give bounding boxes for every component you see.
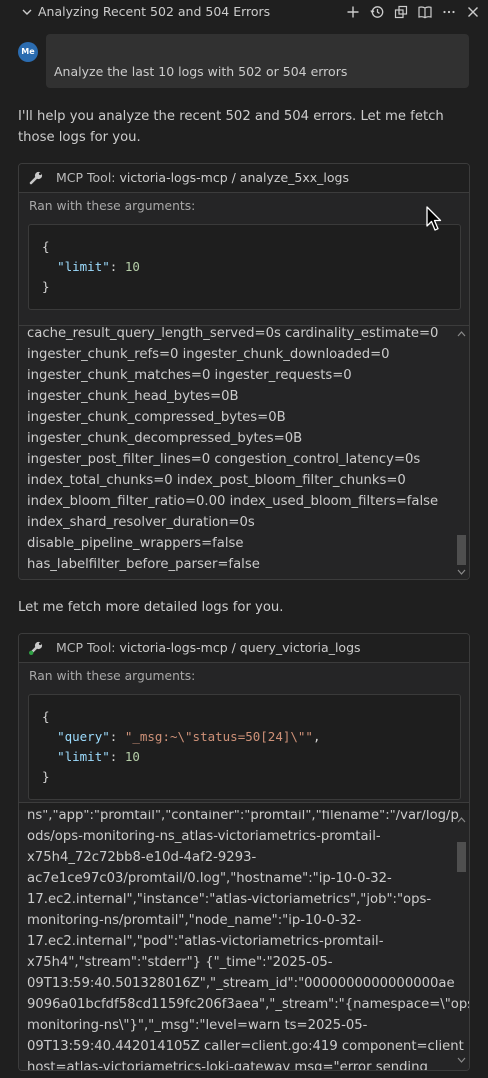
mouse-cursor: [426, 206, 442, 232]
arguments-code-block[interactable]: { "limit": 10 }: [28, 224, 461, 310]
log-line: ingester_chunk_head_bytes=0B: [27, 389, 239, 404]
plus-icon[interactable]: [345, 4, 361, 20]
log-line: index_bloom_filter_ratio=0.00 index_used…: [27, 494, 439, 509]
log-line: ingester_post_filter_lines=0 congestion_…: [27, 452, 421, 467]
log-line: ingester_chunk_matches=0 ingester_reques…: [27, 368, 352, 383]
assistant-followup: Let me fetch more detailed logs for you.: [18, 600, 284, 615]
scrollbar[interactable]: [455, 326, 469, 579]
user-message-text: Analyze the last 10 logs with 502 or 504…: [54, 64, 348, 79]
scroll-thumb[interactable]: [457, 535, 466, 565]
tool-arguments-panel: Ran with these arguments: { "query": "_m…: [19, 663, 469, 803]
code-brace: {: [42, 239, 50, 254]
avatar: Me: [18, 42, 38, 62]
log-line: monitoring-ns\"}","_msg":"level=warn ts=…: [27, 1018, 368, 1033]
tool-call-header[interactable]: MCP Tool: victoria-logs-mcp / query_vict…: [19, 634, 469, 663]
tool-output-panel[interactable]: cache_result_query_length_served=0s card…: [19, 326, 469, 579]
log-line: cache_result_query_length_served=0s card…: [27, 326, 439, 341]
log-line: disable_pipeline_wrappers=false: [27, 536, 244, 551]
scrollbar[interactable]: [455, 810, 469, 1070]
tool-call-card: MCP Tool: victoria-logs-mcp / query_vict…: [18, 633, 470, 1071]
scroll-down-icon[interactable]: [457, 568, 466, 576]
log-line: ns","app":"promtail","container":"promta…: [27, 810, 459, 823]
arguments-label: Ran with these arguments:: [29, 669, 196, 683]
log-line: ingester_chunk_decompressed_bytes=0B: [27, 431, 303, 446]
code-line-limit: "limit": 10: [57, 259, 140, 274]
log-line: 17.ec2.internal","instance":"atlas-victo…: [27, 892, 432, 907]
tool-call-header[interactable]: MCP Tool: victoria-logs-mcp / analyze_5x…: [19, 164, 469, 193]
wrench-icon: [27, 169, 45, 187]
user-message: Analyze the last 10 logs with 502 or 504…: [46, 34, 469, 88]
arguments-label: Ran with these arguments:: [29, 199, 196, 213]
chat-title: Analyzing Recent 502 and 504 Errors: [38, 4, 271, 19]
log-line: ods/ops-monitoring-ns_atlas-victoriametr…: [27, 829, 381, 844]
arguments-code-block[interactable]: { "query": "_msg:~\"status=50[24]\"", "l…: [28, 694, 461, 800]
log-line: index_shard_resolver_duration=0s: [27, 515, 255, 530]
wrench-icon: [27, 639, 45, 657]
scroll-thumb[interactable]: [457, 842, 466, 872]
tool-arguments-panel: Ran with these arguments: { "limit": 10 …: [19, 193, 469, 326]
code-brace: {: [42, 709, 50, 724]
tool-call-card: MCP Tool: victoria-logs-mcp / analyze_5x…: [18, 163, 470, 580]
tool-output-panel[interactable]: ns","app":"promtail","container":"promta…: [19, 810, 469, 1070]
log-line: 09T13:59:40.442014105Z caller=client.go:…: [27, 1039, 464, 1054]
new-window-icon[interactable]: [393, 4, 409, 20]
book-icon[interactable]: [417, 4, 433, 20]
code-brace: }: [42, 279, 50, 294]
tool-call-title: MCP Tool: victoria-logs-mcp / analyze_5x…: [56, 170, 349, 185]
code-line-query: "query": "_msg:~\"status=50[24]\"",: [57, 729, 321, 744]
close-icon[interactable]: [465, 4, 481, 20]
chat-header: Analyzing Recent 502 and 504 Errors: [0, 0, 488, 24]
log-line: ingester_chunk_refs=0 ingester_chunk_dow…: [27, 347, 390, 362]
log-line: ac7e1ce97c03/promtail/0.log","hostname":…: [27, 871, 392, 886]
log-line: has_labelfilter_before_parser=false: [27, 557, 260, 572]
log-line: x75h4_72c72bb8-e10d-4af2-9293-: [27, 850, 257, 865]
log-line: 9096a01bcfdf58cd1159fc206f3aea","_stream…: [27, 997, 469, 1012]
scroll-down-icon[interactable]: [457, 1056, 466, 1064]
log-line: monitoring-ns/promtail","node_name":"ip-…: [27, 913, 362, 928]
code-brace: }: [42, 769, 50, 784]
history-icon[interactable]: [369, 4, 385, 20]
log-line: ingester_chunk_compressed_bytes=0B: [27, 410, 286, 425]
log-line: 09T13:59:40.501328016Z","_stream_id":"00…: [27, 976, 455, 991]
scroll-up-icon[interactable]: [457, 330, 466, 338]
log-line: 17.ec2.internal","pod":"atlas-victoriame…: [27, 934, 384, 949]
code-line-limit: "limit": 10: [57, 749, 140, 764]
log-line: index_total_chunks=0 index_post_bloom_fi…: [27, 473, 406, 488]
more-icon[interactable]: [441, 4, 457, 20]
chevron-down-icon[interactable]: [20, 5, 34, 19]
log-line: x75h4","stream":"stderr"} {"_time":"2025…: [27, 955, 333, 970]
log-line: host=atlas-victoriametrics-loki-gateway …: [27, 1060, 428, 1070]
tool-call-title: MCP Tool: victoria-logs-mcp / query_vict…: [56, 640, 361, 655]
assistant-intro: I'll help you analyze the recent 502 and…: [18, 109, 444, 145]
